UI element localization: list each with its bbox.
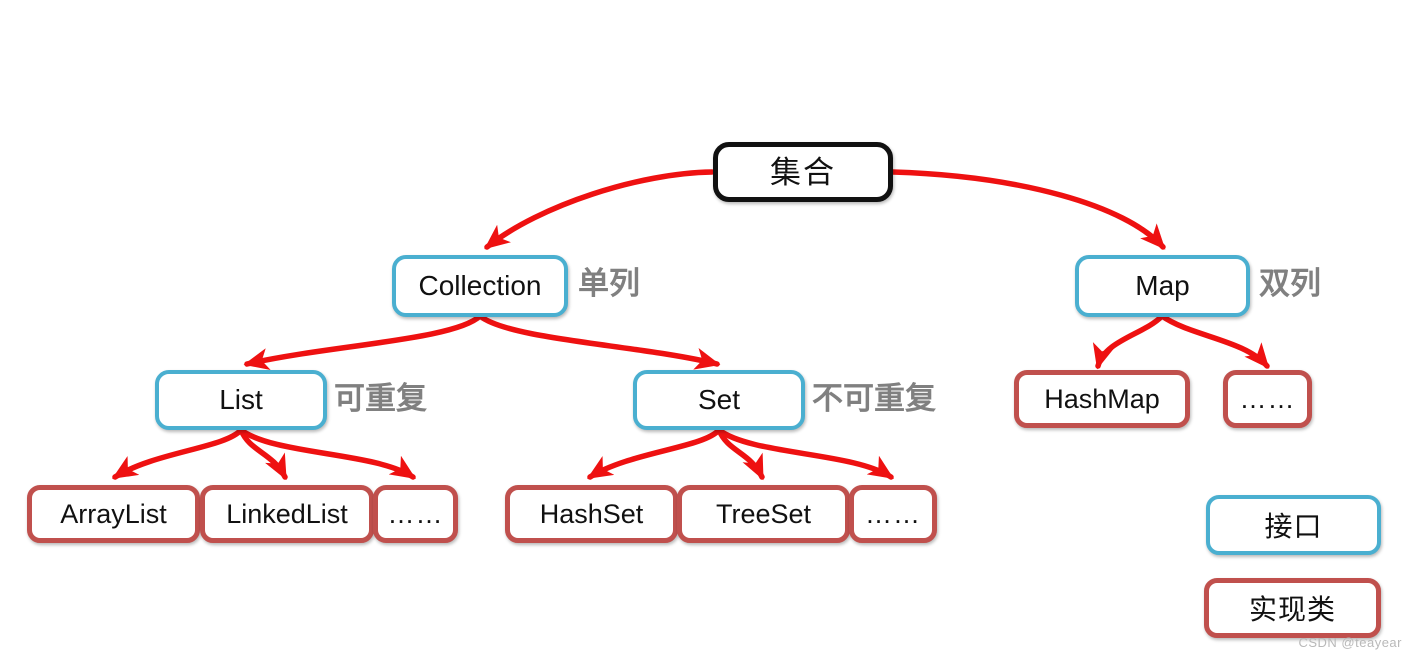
legend-interface: 接口 <box>1206 495 1381 555</box>
node-root-collection[interactable]: 集合 <box>713 142 893 202</box>
node-label: …… <box>387 498 444 529</box>
legend-label: 实现类 <box>1248 594 1336 625</box>
node-label: 集合 <box>770 154 836 190</box>
node-arraylist[interactable]: ArrayList <box>27 485 200 543</box>
diagram-edges <box>111 169 1270 481</box>
node-label: LinkedList <box>226 498 348 529</box>
node-set[interactable]: Set <box>633 370 805 430</box>
node-label: Collection <box>418 270 542 301</box>
diagram-canvas: 集合 Collection 单列 Map 双列 List 可重复 Set 不可重… <box>0 0 1410 654</box>
node-collection[interactable]: Collection <box>392 255 568 317</box>
node-list[interactable]: List <box>155 370 327 430</box>
node-label: ArrayList <box>60 498 167 529</box>
node-label: …… <box>1239 383 1296 414</box>
node-map[interactable]: Map <box>1075 255 1250 317</box>
node-label: HashMap <box>1044 383 1160 414</box>
annotation-set-not-repeatable: 不可重复 <box>812 381 936 416</box>
node-list-more[interactable]: …… <box>373 485 458 543</box>
node-label: HashSet <box>539 498 644 529</box>
node-hashset[interactable]: HashSet <box>505 485 678 543</box>
node-hashmap[interactable]: HashMap <box>1014 370 1190 428</box>
node-label: Map <box>1135 270 1190 301</box>
node-label: …… <box>865 498 921 529</box>
node-map-more[interactable]: …… <box>1223 370 1312 428</box>
legend-label: 接口 <box>1264 511 1323 542</box>
node-set-more[interactable]: …… <box>849 485 937 543</box>
node-treeset[interactable]: TreeSet <box>677 485 850 543</box>
node-label: List <box>219 384 263 415</box>
node-label: Set <box>697 384 741 415</box>
annotation-map-double-column: 双列 <box>1259 266 1321 301</box>
watermark: CSDN @teayear <box>1298 635 1402 650</box>
annotation-collection-single-column: 单列 <box>578 266 640 301</box>
annotation-list-repeatable: 可重复 <box>334 381 427 416</box>
legend-implementation: 实现类 <box>1204 578 1381 638</box>
node-label: TreeSet <box>715 498 812 529</box>
node-linkedlist[interactable]: LinkedList <box>200 485 374 543</box>
